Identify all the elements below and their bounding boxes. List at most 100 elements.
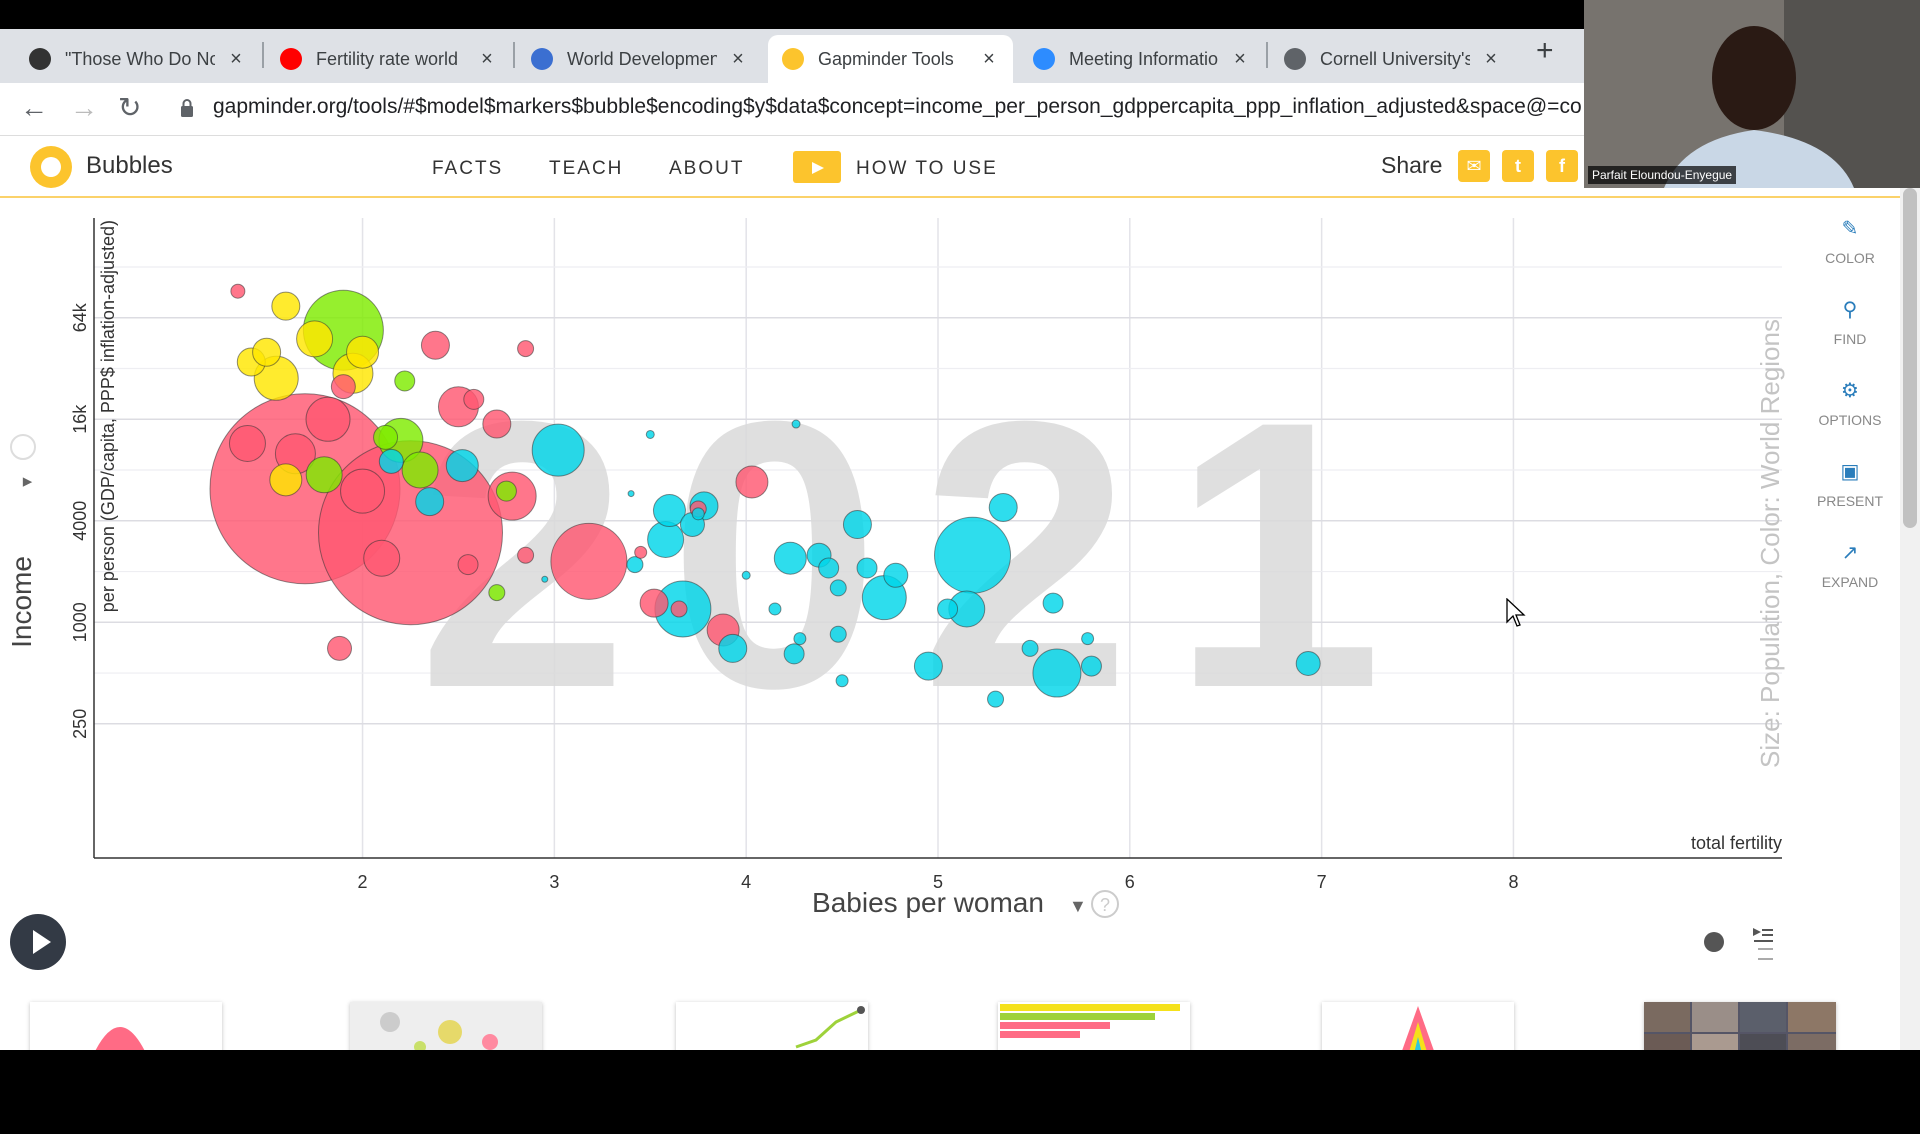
x-axis-dropdown-icon[interactable]: ▼ — [1069, 896, 1087, 916]
bubble-africa[interactable] — [934, 516, 1012, 594]
browser-tab[interactable]: Meeting Informatio × — [1019, 35, 1264, 83]
size-color-label[interactable]: Size: Population, Color: World Regions — [1755, 319, 1785, 768]
bubble-asia[interactable] — [517, 340, 535, 358]
bubble-africa[interactable] — [987, 690, 1005, 708]
bubble-asia[interactable] — [230, 283, 246, 299]
bubble-africa[interactable] — [829, 625, 847, 643]
menu-teach[interactable]: TEACH — [549, 158, 623, 180]
bubble-asia[interactable] — [340, 468, 386, 514]
bubble-asia[interactable] — [670, 600, 688, 618]
bubble-africa[interactable] — [378, 448, 404, 474]
bubble-africa[interactable] — [691, 507, 705, 521]
forward-icon[interactable]: → — [70, 91, 98, 125]
tool-expand[interactable]: ↗ EXPAND — [1808, 540, 1892, 590]
bubble-africa[interactable] — [1295, 650, 1321, 676]
close-tab-icon[interactable]: × — [226, 48, 246, 71]
menu-about[interactable]: ABOUT — [669, 158, 744, 180]
browser-tab[interactable]: Fertility rate world × — [266, 35, 511, 83]
bubble-asia[interactable] — [735, 465, 769, 499]
bubble-asia[interactable] — [550, 522, 628, 600]
bubble-africa[interactable] — [818, 557, 840, 579]
bubble-africa[interactable] — [829, 579, 847, 597]
bubble-asia[interactable] — [327, 635, 353, 661]
reload-icon[interactable]: ↻ — [118, 91, 141, 125]
bubble-europe[interactable] — [271, 291, 301, 321]
tool-thumb-ranks[interactable] — [998, 1002, 1190, 1050]
bubble-asia[interactable] — [457, 554, 479, 576]
bubble-americas[interactable] — [488, 584, 506, 602]
bubble-africa[interactable] — [988, 492, 1018, 522]
how-to-use-button[interactable]: HOW TO USE — [856, 158, 998, 180]
bubble-africa[interactable] — [835, 674, 849, 688]
bubble-africa[interactable] — [647, 520, 685, 558]
bubble-asia[interactable] — [420, 330, 450, 360]
bubble-asia[interactable] — [634, 545, 648, 559]
tool-thumb-line[interactable] — [676, 1002, 868, 1050]
close-tab-icon[interactable]: × — [1481, 48, 1501, 71]
bubble-asia[interactable] — [305, 396, 351, 442]
tool-present[interactable]: ▣ PRESENT — [1808, 459, 1892, 509]
close-tab-icon[interactable]: × — [477, 48, 497, 71]
y-axis-label[interactable]: Income — [6, 556, 37, 648]
tool-options[interactable]: ⚙ OPTIONS — [1808, 378, 1892, 428]
play-button[interactable] — [10, 914, 66, 970]
bubble-asia[interactable] — [517, 546, 535, 564]
bubble-africa[interactable] — [793, 632, 807, 646]
bubble-africa[interactable] — [883, 562, 909, 588]
bubble-europe[interactable] — [296, 320, 334, 358]
bubble-africa[interactable] — [1042, 592, 1064, 614]
bubble-europe[interactable] — [252, 337, 282, 367]
bubble-africa[interactable] — [626, 556, 644, 574]
app-name[interactable]: Bubbles — [86, 152, 173, 180]
bubble-africa[interactable] — [773, 541, 807, 575]
bubble-africa[interactable] — [627, 490, 635, 498]
bubble-africa[interactable] — [718, 633, 748, 663]
bubble-asia[interactable] — [463, 388, 485, 410]
bubble-asia[interactable] — [363, 539, 401, 577]
menu-facts[interactable]: FACTS — [432, 158, 503, 180]
bubble-africa[interactable] — [645, 429, 655, 439]
bubble-africa[interactable] — [445, 449, 479, 483]
tool-color[interactable]: ✎ COLOR — [1808, 216, 1892, 266]
scrollbar-thumb[interactable] — [1903, 188, 1917, 528]
y-axis-zoom-icon[interactable] — [10, 434, 36, 460]
browser-tab[interactable]: Cornell University's × — [1270, 35, 1515, 83]
bubble-africa[interactable] — [913, 651, 943, 681]
bubble-africa[interactable] — [1080, 655, 1102, 677]
twitter-share-icon[interactable]: t — [1502, 150, 1534, 182]
new-tab-icon[interactable]: + — [1536, 33, 1554, 69]
bubble-europe[interactable] — [269, 463, 303, 497]
tool-thumb-pyramid[interactable] — [1322, 1002, 1514, 1050]
bubble-americas[interactable] — [373, 424, 399, 450]
url-field[interactable]: gapminder.org/tools/#$model$markers$bubb… — [213, 95, 1583, 119]
video-call-window[interactable]: Parfait Eloundou-Enyegue — [1584, 0, 1920, 188]
bubble-americas[interactable] — [394, 370, 416, 392]
browser-tab[interactable]: Gapminder Tools × — [768, 35, 1013, 83]
bubble-africa[interactable] — [741, 570, 751, 580]
bubble-africa[interactable] — [531, 423, 585, 477]
page-scrollbar[interactable] — [1900, 188, 1920, 1050]
bubble-asia[interactable] — [228, 424, 266, 462]
tool-thumb-map[interactable] — [350, 1002, 542, 1050]
bubble-africa[interactable] — [541, 575, 549, 583]
close-tab-icon[interactable]: × — [979, 48, 999, 71]
bubble-africa[interactable] — [1032, 648, 1082, 698]
play-video-icon[interactable] — [793, 151, 841, 183]
bubble-africa[interactable] — [415, 487, 445, 517]
timeslider-dot-icon[interactable] — [1704, 932, 1724, 952]
bubble-chart[interactable]: 2021 2 3 4 5 6 7 82501000400016k64k total fert… — [0, 198, 1900, 1050]
bubble-africa[interactable] — [1021, 639, 1039, 657]
tool-find[interactable]: ⚲ FIND — [1808, 297, 1892, 347]
browser-tab[interactable]: "Those Who Do No × — [15, 35, 260, 83]
bubble-africa[interactable] — [937, 598, 959, 620]
bubble-americas[interactable] — [305, 456, 343, 494]
bubble-africa[interactable] — [1081, 632, 1095, 646]
bubble-africa[interactable] — [783, 643, 805, 665]
bubble-africa[interactable] — [791, 419, 801, 429]
bubble-africa[interactable] — [856, 557, 878, 579]
gapminder-logo-icon[interactable] — [30, 146, 72, 188]
close-tab-icon[interactable]: × — [1230, 48, 1250, 71]
email-share-icon[interactable]: ✉ — [1458, 150, 1490, 182]
back-icon[interactable]: ← — [20, 91, 48, 125]
bubble-asia[interactable] — [482, 409, 512, 439]
